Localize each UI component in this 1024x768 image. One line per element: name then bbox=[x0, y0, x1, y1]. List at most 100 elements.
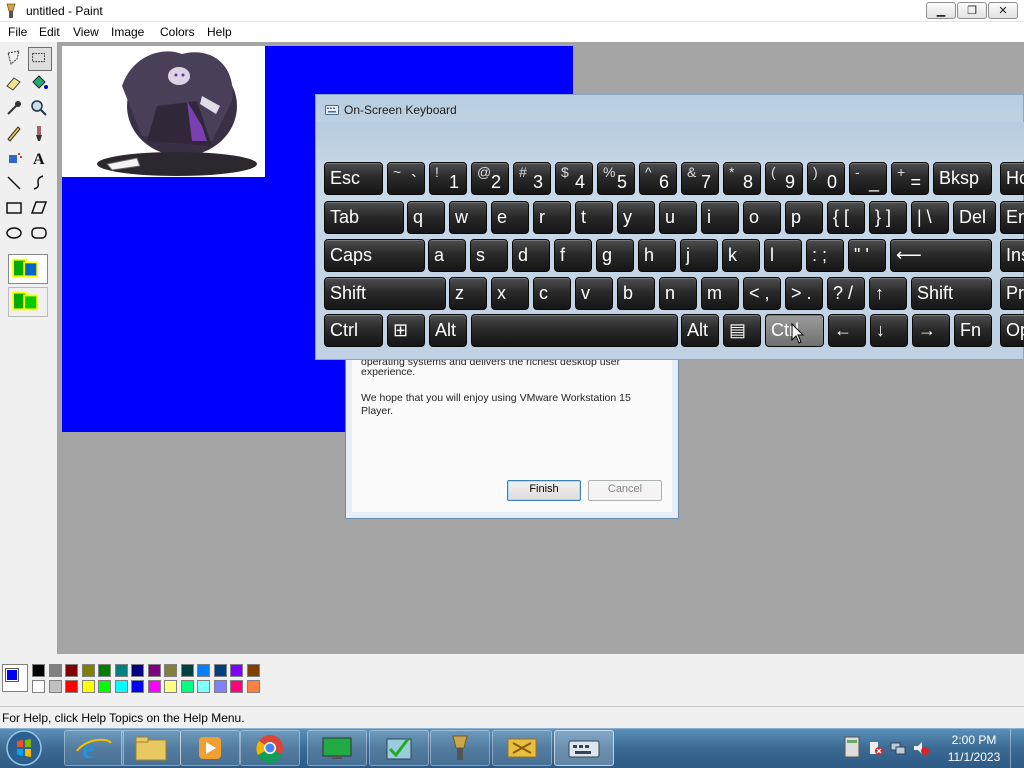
menu-view[interactable]: View bbox=[73, 25, 99, 39]
transparent-option[interactable] bbox=[8, 287, 48, 317]
palette-swatch[interactable] bbox=[32, 664, 45, 677]
key-i[interactable]: i bbox=[701, 201, 739, 234]
key-home[interactable]: Ho bbox=[1000, 162, 1024, 195]
brush-icon[interactable] bbox=[28, 122, 50, 144]
key-d[interactable]: d bbox=[512, 239, 550, 272]
free-select-icon[interactable] bbox=[3, 47, 25, 69]
clock-date[interactable]: 11/1/2023 bbox=[946, 750, 1002, 764]
show-desktop-button[interactable] bbox=[1010, 729, 1024, 768]
key-p[interactable]: p bbox=[785, 201, 823, 234]
finish-button[interactable]: Finish bbox=[507, 480, 581, 501]
key-t[interactable]: t bbox=[575, 201, 613, 234]
palette-swatch[interactable] bbox=[81, 664, 95, 677]
key-1[interactable]: ! 1 bbox=[429, 162, 467, 195]
palette-swatch[interactable] bbox=[197, 680, 210, 693]
key-x[interactable]: x bbox=[491, 277, 529, 310]
key-options[interactable]: Op bbox=[1000, 314, 1024, 347]
palette-swatch[interactable] bbox=[48, 664, 62, 677]
key-end[interactable]: En bbox=[1000, 201, 1024, 234]
key-delete[interactable]: Del bbox=[953, 201, 996, 234]
palette-swatch[interactable] bbox=[180, 680, 194, 693]
key-m[interactable]: m bbox=[701, 277, 739, 310]
restore-button[interactable]: ❐ bbox=[957, 2, 987, 19]
menu-colors[interactable]: Colors bbox=[160, 25, 195, 39]
key-h[interactable]: h bbox=[638, 239, 676, 272]
eraser-icon[interactable] bbox=[3, 72, 25, 94]
palette-swatch[interactable] bbox=[164, 680, 177, 693]
key-z[interactable]: z bbox=[449, 277, 487, 310]
key-2[interactable]: @2 bbox=[471, 162, 509, 195]
magnifier-icon[interactable] bbox=[28, 97, 50, 119]
taskbar-network-button[interactable] bbox=[492, 730, 552, 766]
palette-swatch[interactable] bbox=[98, 664, 111, 677]
key-space[interactable] bbox=[471, 314, 678, 347]
key-comma[interactable]: < , bbox=[743, 277, 781, 310]
key-c[interactable]: c bbox=[533, 277, 571, 310]
palette-swatch[interactable] bbox=[213, 680, 227, 693]
key-6[interactable]: ^ 6 bbox=[639, 162, 677, 195]
foreground-color[interactable] bbox=[5, 668, 19, 682]
key-5[interactable]: % 5 bbox=[597, 162, 635, 195]
key-period[interactable]: > . bbox=[785, 277, 823, 310]
key-f[interactable]: f bbox=[554, 239, 592, 272]
key-u[interactable]: u bbox=[659, 201, 697, 234]
minimize-button[interactable]: ▁ bbox=[926, 2, 956, 19]
key-left[interactable]: ← bbox=[828, 314, 866, 347]
palette-swatch[interactable] bbox=[131, 664, 144, 677]
palette-swatch[interactable] bbox=[65, 680, 78, 693]
palette-swatch[interactable] bbox=[48, 680, 62, 693]
key-g[interactable]: g bbox=[596, 239, 634, 272]
key-tab[interactable]: Tab bbox=[324, 201, 404, 234]
key-k[interactable]: k bbox=[722, 239, 760, 272]
palette-swatch[interactable] bbox=[98, 680, 111, 693]
key-backslash[interactable]: | \ bbox=[911, 201, 949, 234]
palette-swatch[interactable] bbox=[81, 680, 95, 693]
palette-swatch[interactable] bbox=[114, 664, 128, 677]
key-8[interactable]: * 8 bbox=[723, 162, 761, 195]
palette-swatch[interactable] bbox=[230, 664, 243, 677]
key-caps[interactable]: Caps bbox=[324, 239, 425, 272]
palette-swatch[interactable] bbox=[114, 680, 128, 693]
key-enter[interactable]: ⟵ bbox=[890, 239, 992, 272]
key-open-bracket[interactable]: { [ bbox=[827, 201, 865, 234]
cancel-button[interactable]: Cancel bbox=[588, 480, 662, 501]
key-shift-right[interactable]: Shift bbox=[911, 277, 992, 310]
key-l[interactable]: l bbox=[764, 239, 802, 272]
key-4[interactable]: $4 bbox=[555, 162, 593, 195]
palette-swatch[interactable] bbox=[164, 664, 177, 677]
menu-image[interactable]: Image bbox=[111, 25, 144, 39]
key-a[interactable]: a bbox=[428, 239, 466, 272]
clock-time[interactable]: 2:00 PM bbox=[946, 733, 1002, 747]
palette-swatch[interactable] bbox=[180, 664, 194, 677]
key-n[interactable]: n bbox=[659, 277, 697, 310]
key-r[interactable]: r bbox=[533, 201, 571, 234]
palette-swatch[interactable] bbox=[147, 664, 161, 677]
key-fn[interactable]: Fn bbox=[954, 314, 992, 347]
taskbar-chrome-button[interactable] bbox=[240, 730, 300, 766]
key-0[interactable]: ) 0 bbox=[807, 162, 845, 195]
taskbar-vmware-monitor-button[interactable] bbox=[307, 730, 367, 766]
key-windows[interactable]: ⊞ bbox=[387, 314, 425, 347]
close-button[interactable]: ✕ bbox=[988, 2, 1018, 19]
tray-action-center-icon[interactable] bbox=[868, 740, 884, 756]
ellipse-icon[interactable] bbox=[3, 222, 25, 244]
menu-edit[interactable]: Edit bbox=[39, 25, 60, 39]
palette-swatch[interactable] bbox=[197, 664, 210, 677]
key-alt-right[interactable]: Alt bbox=[681, 314, 719, 347]
palette-swatch[interactable] bbox=[147, 680, 161, 693]
palette-swatch[interactable] bbox=[246, 680, 260, 693]
key-right[interactable]: → bbox=[912, 314, 950, 347]
opaque-option[interactable] bbox=[8, 254, 48, 284]
menu-file[interactable]: File bbox=[8, 25, 27, 39]
key-shift-left[interactable]: Shift bbox=[324, 277, 446, 310]
key-o[interactable]: o bbox=[743, 201, 781, 234]
line-icon[interactable] bbox=[3, 172, 25, 194]
palette-swatch[interactable] bbox=[131, 680, 144, 693]
taskbar-paint-button[interactable] bbox=[430, 730, 490, 766]
rect-select-icon[interactable] bbox=[28, 47, 52, 71]
taskbar-vmware-player-button[interactable] bbox=[369, 730, 429, 766]
key-close-bracket[interactable]: } ] bbox=[869, 201, 907, 234]
key-esc[interactable]: Esc bbox=[324, 162, 383, 195]
palette-swatch[interactable] bbox=[65, 664, 78, 677]
palette-swatch[interactable] bbox=[213, 664, 227, 677]
